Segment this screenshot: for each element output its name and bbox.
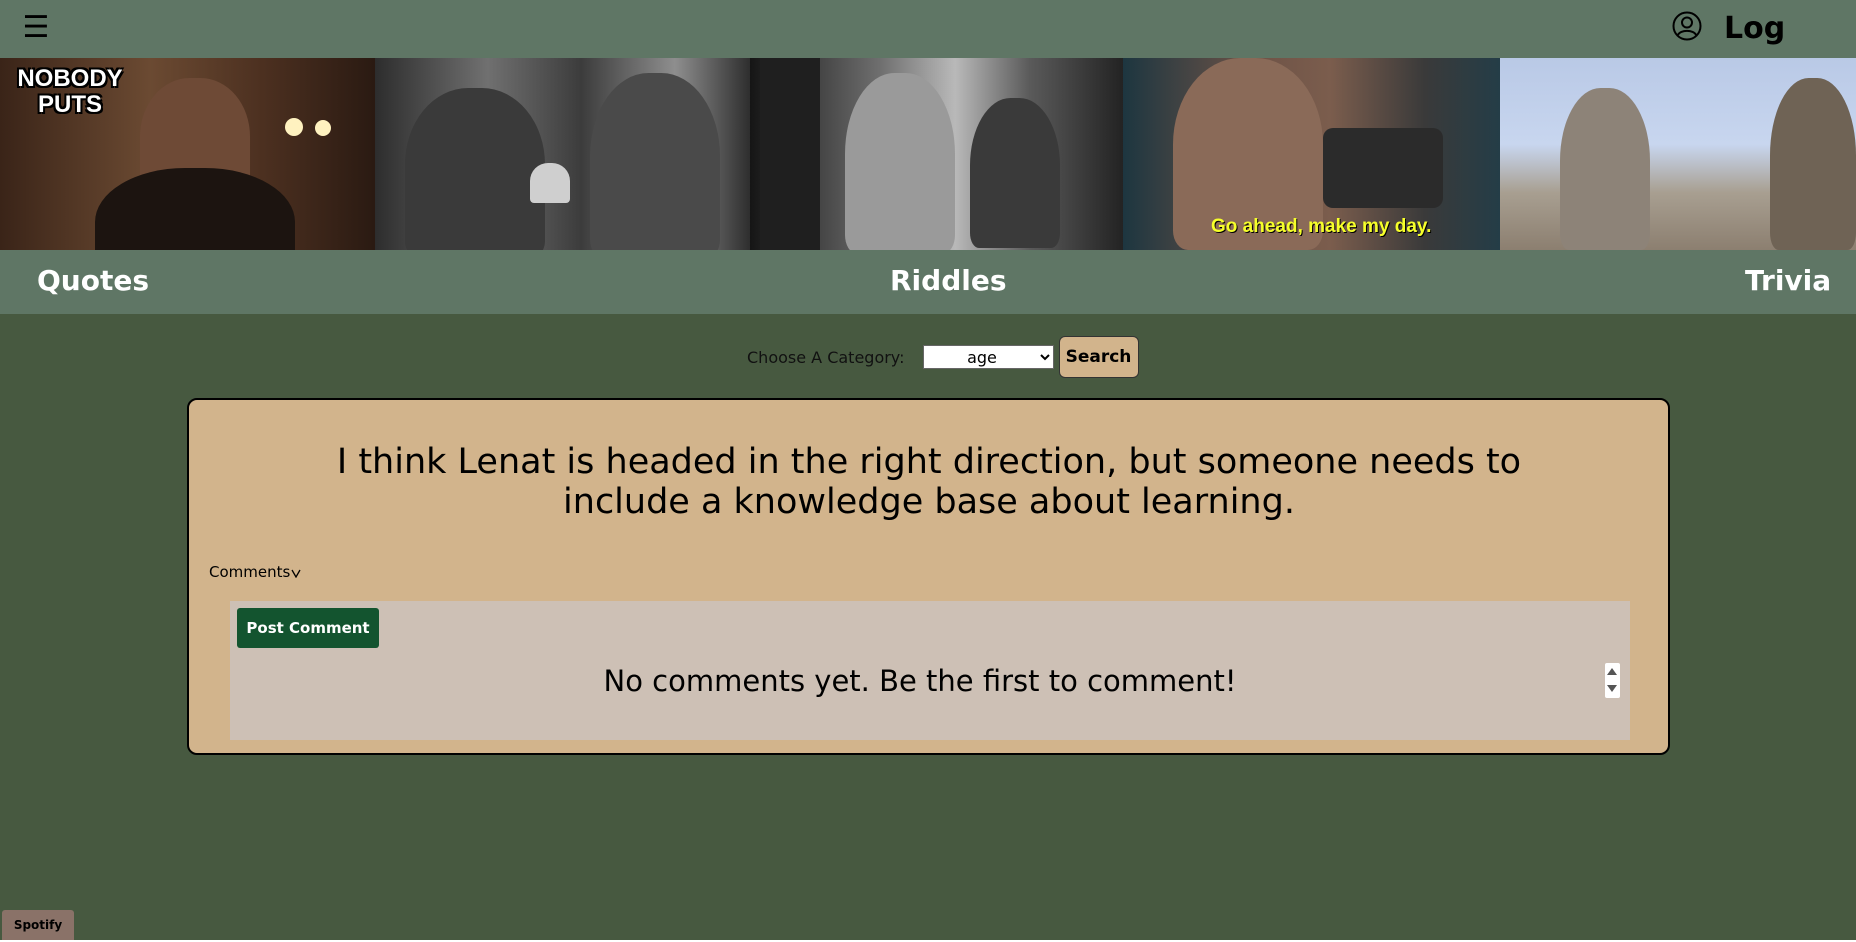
quote-card: I think Lenat is headed in the right dir… [187,398,1670,755]
hamburger-icon[interactable]: ☰ [18,8,54,48]
scroll-up-icon[interactable] [1607,668,1617,675]
category-label: Choose A Category: [747,347,905,367]
quote-text: I think Lenat is headed in the right dir… [336,442,1522,522]
page: ☰ Log Out NOBODY PUTS Go ah [0,0,1856,942]
chevron-down-icon [291,569,301,578]
logout-button[interactable]: Log Out [1724,6,1856,92]
comments-panel: Post Comment No comments yet. Be the fir… [230,601,1630,740]
category-filter: Choose A Category: age Search [747,336,1139,378]
banner-image-lab-scene [750,58,1123,250]
banner-caption-make-my-day: Go ahead, make my day. [1211,216,1432,237]
scroll-down-icon[interactable] [1607,685,1617,692]
comments-scrollbar[interactable] [1605,663,1620,698]
search-button[interactable]: Search [1058,336,1139,378]
category-select[interactable]: age [922,345,1054,369]
comments-toggle[interactable]: Comments [209,563,301,581]
post-comment-button[interactable]: Post Comment [237,608,379,648]
user-circle-icon[interactable] [1671,10,1703,42]
nav-quotes[interactable]: Quotes [37,263,149,299]
nav-riddles[interactable]: Riddles [890,263,1007,299]
spotify-button[interactable]: Spotify [2,910,74,940]
banner-caption-nobody-puts: NOBODY PUTS [17,65,123,118]
banner-image-men-in-hats [375,58,750,250]
nav-trivia[interactable]: Trivia [1745,263,1831,299]
top-bar: ☰ Log Out [0,0,1856,92]
no-comments-message: No comments yet. Be the first to comment… [603,664,1237,698]
banner-image-dirty-dancing: NOBODY PUTS [0,58,375,250]
banner-image-make-my-day: Go ahead, make my day. [1123,58,1500,250]
movie-banner: NOBODY PUTS Go ahead, make my day. [0,58,1856,250]
main-nav: Quotes Riddles Trivia [0,250,1856,314]
banner-image-western [1500,58,1856,250]
comments-toggle-label: Comments [209,563,291,581]
